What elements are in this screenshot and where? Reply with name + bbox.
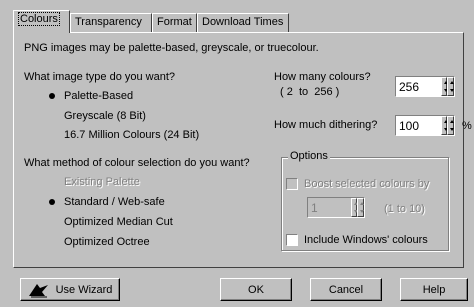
colour-count-input[interactable]: [396, 77, 441, 96]
radio-standard-web-safe[interactable]: Standard / Web-safe: [46, 194, 165, 210]
radio-label: Existing Palette: [64, 176, 140, 188]
spin-up-down-icon[interactable]: [440, 77, 448, 96]
dithering-label: How much dithering?: [274, 119, 378, 131]
tab-label: Colours: [18, 12, 60, 26]
use-wizard-button[interactable]: Use Wizard: [20, 278, 120, 301]
selection-method-question: What method of colour selection do you w…: [24, 157, 250, 169]
radio-indicator: [46, 90, 58, 102]
radio-label: Optimized Median Cut: [64, 216, 173, 228]
radio-label: 16.7 Million Colours (24 Bit): [64, 129, 200, 141]
checkbox-box: [286, 234, 298, 246]
radio-label: Greyscale (8 Bit): [64, 110, 146, 122]
ok-button[interactable]: OK: [220, 278, 292, 301]
boost-colours-checkbox[interactable]: Boost selected colours by: [286, 176, 429, 192]
spin-up-down-icon[interactable]: [447, 77, 454, 96]
button-label: Help: [422, 283, 446, 296]
colour-count-label: How many colours?: [274, 71, 371, 83]
cancel-button[interactable]: Cancel: [310, 278, 382, 301]
tab-download-times[interactable]: Download Times: [197, 13, 289, 32]
dithering-stepper[interactable]: [395, 115, 455, 136]
radio-indicator: [46, 176, 58, 188]
help-button[interactable]: Help: [400, 278, 468, 301]
tab-label: Transparency: [75, 16, 142, 28]
radio-label: Standard / Web-safe: [64, 196, 165, 208]
tab-format[interactable]: Format: [152, 13, 197, 32]
radio-indicator: [46, 129, 58, 141]
tab-label: Format: [157, 16, 192, 28]
spin-up-down-icon[interactable]: [350, 198, 358, 217]
radio-label: Optimized Octree: [64, 236, 150, 248]
boost-stepper[interactable]: [307, 197, 365, 218]
radio-greyscale[interactable]: Greyscale (8 Bit): [46, 108, 146, 124]
radio-indicator: [46, 196, 58, 208]
radio-truecolour[interactable]: 16.7 Million Colours (24 Bit): [46, 127, 199, 143]
colour-count-range: ( 2 to 256 ): [280, 86, 340, 98]
options-title: Options: [288, 150, 330, 162]
tab-label: Download Times: [202, 16, 284, 28]
radio-median-cut[interactable]: Optimized Median Cut: [46, 214, 173, 230]
radio-indicator: [46, 216, 58, 228]
dithering-unit: %: [462, 120, 472, 132]
image-type-question: What image type do you want?: [24, 71, 176, 83]
boost-input[interactable]: [308, 198, 351, 217]
radio-label: Palette-Based: [64, 90, 134, 102]
windows-colours-checkbox[interactable]: Include Windows' colours: [286, 232, 428, 248]
tab-colours[interactable]: Colours: [13, 10, 70, 33]
radio-indicator: [46, 236, 58, 248]
radio-indicator: [46, 110, 58, 122]
intro-text: PNG images may be palette-based, greysca…: [24, 42, 319, 54]
tab-transparency[interactable]: Transparency: [70, 13, 152, 32]
button-label: Cancel: [328, 283, 364, 296]
button-label: Use Wizard: [55, 283, 113, 296]
checkbox-box: [286, 178, 298, 190]
radio-existing-palette[interactable]: Existing Palette: [46, 174, 140, 190]
boost-range: (1 to 10): [384, 203, 425, 215]
wizard-icon: [28, 283, 48, 297]
spin-up-down-icon[interactable]: [357, 198, 365, 217]
spin-up-down-icon[interactable]: [447, 116, 454, 135]
radio-palette-based[interactable]: Palette-Based: [46, 88, 133, 104]
windows-colours-label: Include Windows' colours: [304, 234, 428, 246]
colour-count-stepper[interactable]: [395, 76, 455, 97]
radio-octree[interactable]: Optimized Octree: [46, 234, 150, 250]
boost-label: Boost selected colours by: [304, 178, 430, 190]
dithering-input[interactable]: [396, 116, 441, 135]
button-label: OK: [248, 283, 264, 296]
spin-up-down-icon[interactable]: [440, 116, 448, 135]
